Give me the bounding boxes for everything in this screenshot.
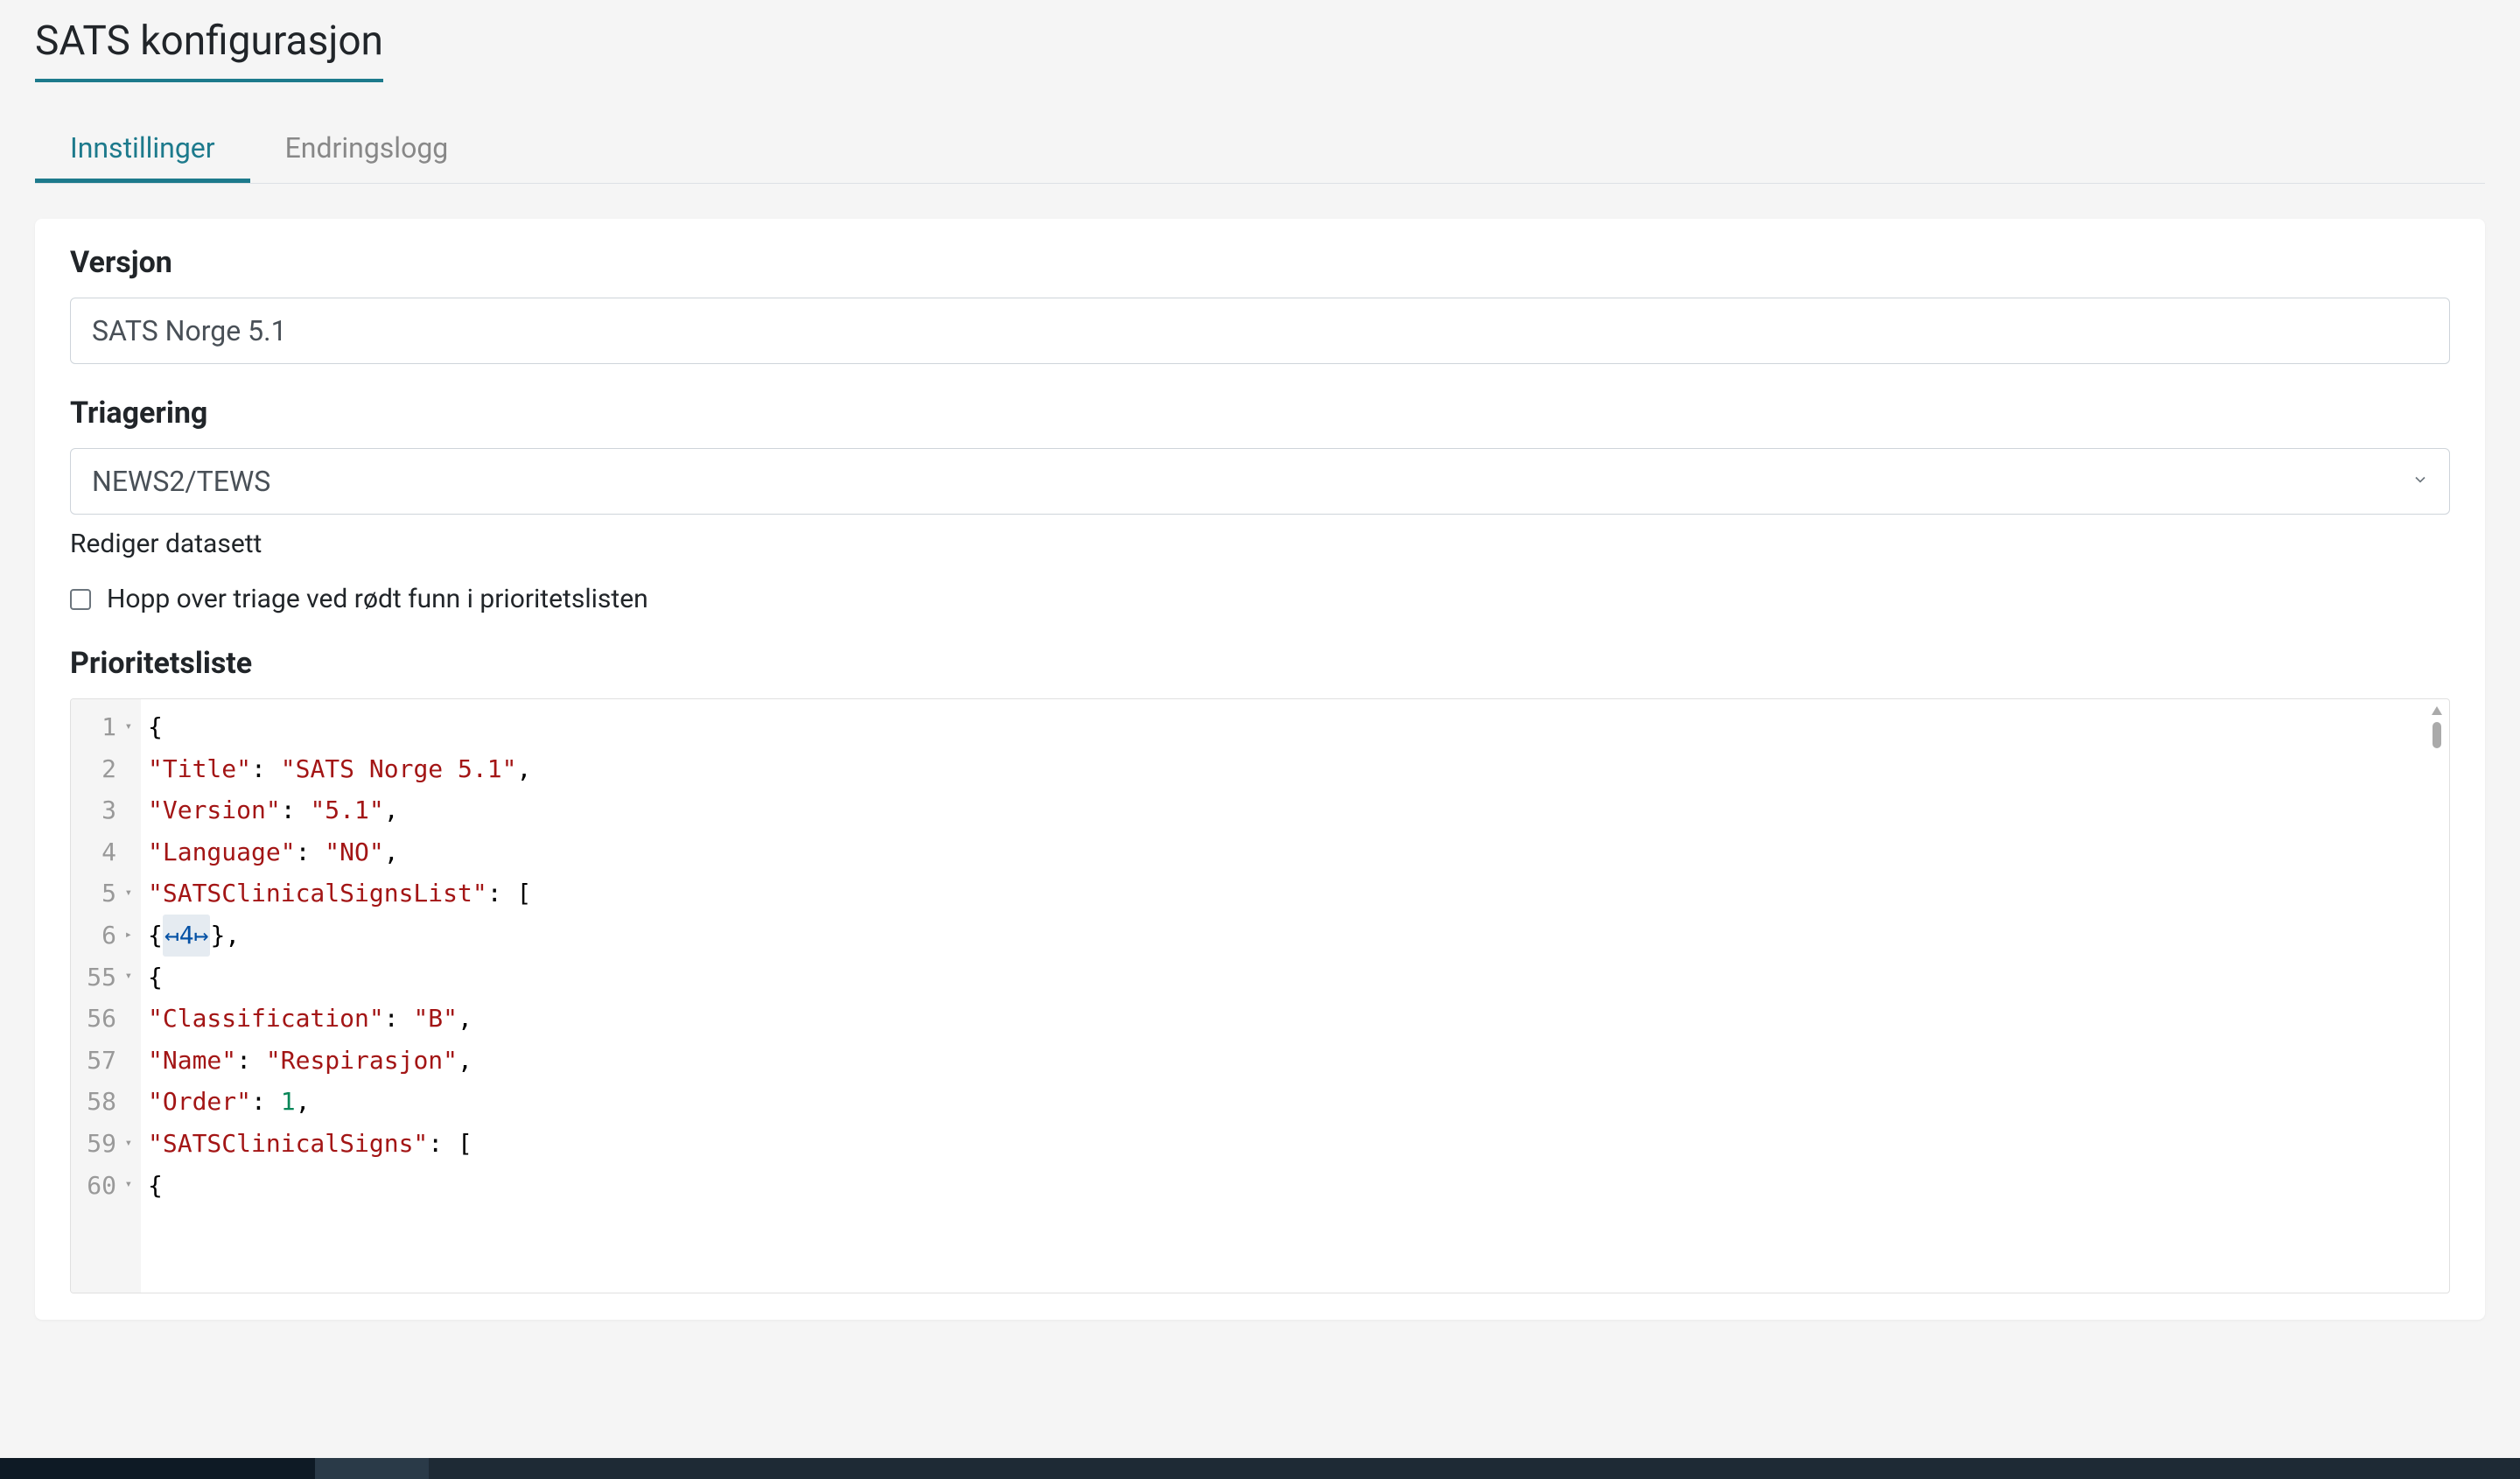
triage-label: Triagering [70, 396, 2450, 431]
page-title: SATS konfigurasjon [35, 18, 383, 82]
editor-content[interactable]: { "Title": "SATS Norge 5.1", "Version": … [141, 699, 2449, 1293]
scroll-up-icon[interactable] [2432, 706, 2442, 715]
triage-select[interactable] [70, 448, 2450, 515]
fold-arrow-icon[interactable]: ▾ [122, 717, 132, 738]
tab-settings[interactable]: Innstillinger [35, 117, 250, 183]
skip-triage-checkbox[interactable] [70, 589, 91, 610]
tab-changelog[interactable]: Endringslogg [250, 117, 484, 183]
fold-arrow-icon[interactable]: ▾ [122, 966, 132, 987]
scroll-thumb[interactable] [2432, 722, 2441, 748]
taskbar [0, 1458, 2520, 1479]
skip-triage-label: Hopp over triage ved rødt funn i priorit… [107, 584, 648, 614]
fold-arrow-icon[interactable]: ▸ [122, 925, 132, 946]
fold-arrow-icon[interactable]: ▾ [122, 883, 132, 904]
taskbar-segment[interactable] [0, 1458, 315, 1479]
editor-gutter: 1▾ 2 3 4 5▾ 6▸ 55▾ 56 57 58 59▾ 60▾ [71, 699, 141, 1293]
priority-list-label: Prioritetsliste [70, 646, 2450, 681]
json-editor[interactable]: 1▾ 2 3 4 5▾ 6▸ 55▾ 56 57 58 59▾ 60▾ { "T… [70, 698, 2450, 1293]
settings-panel: Versjon Triagering Rediger datasett Hopp… [35, 219, 2485, 1320]
fold-arrow-icon[interactable]: ▾ [122, 1174, 132, 1195]
version-label: Versjon [70, 245, 2450, 280]
edit-dataset-link[interactable]: Rediger datasett [70, 529, 2450, 559]
version-input[interactable] [70, 298, 2450, 364]
fold-arrow-icon[interactable]: ▾ [122, 1133, 132, 1154]
tab-bar: Innstillinger Endringslogg [35, 117, 2485, 184]
taskbar-segment[interactable] [315, 1458, 429, 1479]
scrollbar[interactable] [2430, 706, 2444, 748]
